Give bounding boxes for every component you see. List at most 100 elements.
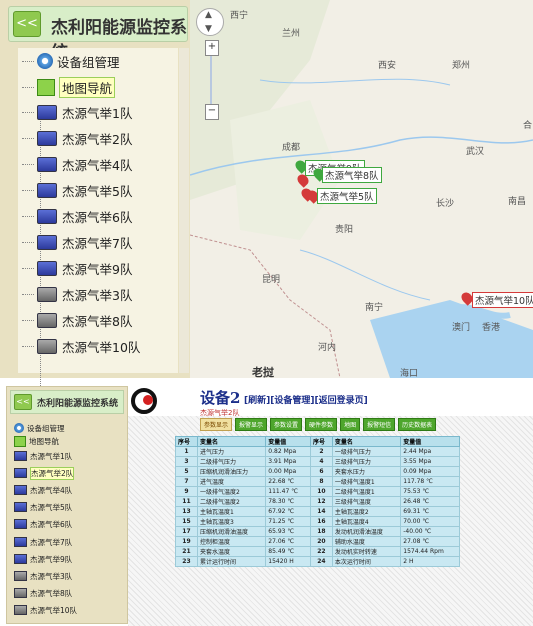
marker-label[interactable]: 杰源气举8队 — [322, 167, 382, 183]
tab-sms[interactable]: 报警短信 — [363, 418, 396, 431]
column-header: 序号 — [309, 436, 333, 447]
city-label: 武汉 — [466, 147, 485, 157]
zoom-in-button[interactable]: + — [205, 40, 219, 56]
variable-value: 0.09 Mpa — [400, 466, 460, 477]
city-label: 南昌 — [508, 197, 527, 207]
variable-value: 27.08 ℃ — [400, 536, 460, 547]
city-label: 香港 — [482, 323, 501, 333]
tab-settings[interactable]: 参数设置 — [270, 418, 303, 431]
variable-name: 主轴瓦温度2 — [331, 506, 402, 517]
table-row: 1 进气压力 0.82 Mpa 2 一级排气压力 2.44 Mpa — [175, 446, 460, 457]
table-row: 21 夹套水温度 85.49 ℃ 22 发动机实时转速 1574.44 Rpm — [175, 546, 460, 557]
tree-item-device[interactable]: 杰源气举8队 — [22, 309, 132, 331]
tree-item-map-nav[interactable]: 地图导航 — [22, 76, 116, 98]
tree-item-device[interactable]: 杰源气举4队 — [22, 153, 132, 175]
tree-item-map-nav[interactable]: 地图导航 — [14, 434, 59, 448]
tree-item-device[interactable]: 杰源气举7队 — [22, 231, 132, 253]
tab-params[interactable]: 参数显示 — [200, 418, 233, 431]
pan-down-icon[interactable]: ▼ — [205, 24, 212, 34]
monitor-icon — [14, 537, 27, 547]
variable-name: 一级排气温度2 — [196, 486, 267, 497]
company-logo — [131, 388, 157, 414]
collapse-button[interactable]: << — [13, 11, 41, 37]
row-index: 19 — [175, 536, 198, 547]
variable-value: 27.06 ℃ — [265, 536, 311, 547]
column-header: 变量值 — [400, 436, 460, 447]
variable-name: 三级排气压力 — [331, 456, 402, 467]
parameter-table: 序号 变量名 变量值 序号 变量名 变量值 1 进气压力 0.82 Mpa 2 一级排气… — [175, 436, 460, 567]
city-label: 长沙 — [436, 199, 455, 209]
table-row: 23 累计运行时间 15420 H 24 本次运行时间 2 H — [175, 556, 460, 567]
variable-name: 夹套水压力 — [331, 466, 402, 477]
city-label: 郑州 — [452, 61, 471, 71]
map-view[interactable]: ▲ ▼ + − 西宁 兰州 西安 郑州 成都 武汉 合 长沙 南昌 贵阳 昆明 … — [190, 0, 533, 378]
monitor-icon — [14, 519, 27, 529]
tree-item-device[interactable]: 杰源气举5队 — [14, 500, 72, 514]
tab-map[interactable]: 地图 — [340, 418, 361, 431]
tree-item-device[interactable]: 杰源气举10队 — [22, 335, 140, 357]
variable-value: 67.92 ℃ — [265, 506, 311, 517]
row-index: 12 — [309, 496, 333, 507]
tree-item-device[interactable]: 杰源气举6队 — [14, 517, 72, 531]
marker-label[interactable]: 杰源气举5队 — [317, 188, 377, 204]
tree-item-device[interactable]: 杰源气举2队 — [14, 466, 75, 480]
tree-item-device[interactable]: 杰源气举8队 — [14, 586, 72, 600]
row-index: 22 — [309, 546, 333, 557]
tree-item-device[interactable]: 杰源气举1队 — [14, 449, 72, 463]
tree-item-device[interactable]: 杰源气举3队 — [22, 283, 132, 305]
variable-value: 117.78 ℃ — [400, 476, 460, 487]
tree-item-device[interactable]: 杰源气举4队 — [14, 483, 72, 497]
column-header: 变量值 — [265, 436, 311, 447]
country-label: 老挝 — [252, 366, 274, 378]
tree-item-group-management[interactable]: 设备组管理 — [22, 50, 120, 72]
tree-item-device[interactable]: 杰源气举3队 — [14, 569, 72, 583]
variable-value: 65.93 ℃ — [265, 526, 311, 537]
monitor-icon — [37, 130, 57, 146]
variable-value: 22.68 ℃ — [265, 476, 311, 487]
row-index: 14 — [309, 506, 333, 517]
variable-value: 85.49 ℃ — [265, 546, 311, 557]
pan-control[interactable]: ▲ ▼ — [196, 8, 224, 36]
map-icon — [37, 78, 55, 96]
variable-value: 71.25 ℃ — [265, 516, 311, 527]
tree-item-device[interactable]: 杰源气举9队 — [14, 552, 72, 566]
row-index: 23 — [175, 556, 198, 567]
monitor-icon — [37, 260, 57, 276]
variable-name: 进气压力 — [196, 446, 267, 457]
zoom-out-button[interactable]: − — [205, 104, 219, 120]
row-index: 2 — [309, 446, 333, 457]
tree-item-device[interactable]: 杰源气举5队 — [22, 179, 132, 201]
collapse-button[interactable]: << — [14, 394, 32, 410]
tab-alarms[interactable]: 报警显示 — [235, 418, 268, 431]
row-index: 5 — [175, 466, 198, 477]
row-index: 8 — [309, 476, 333, 487]
variable-value: 111.47 ℃ — [265, 486, 311, 497]
tree-item-group-management[interactable]: 设备组管理 — [14, 421, 65, 435]
tree-scrollbar[interactable] — [179, 48, 189, 373]
row-index: 7 — [175, 476, 198, 487]
row-index: 13 — [175, 506, 198, 517]
city-label: 贵阳 — [335, 225, 354, 235]
variable-name: 主轴瓦温度1 — [196, 506, 267, 517]
pan-up-icon[interactable]: ▲ — [205, 10, 212, 20]
tab-history[interactable]: 历史数据表 — [398, 418, 437, 431]
table-row: 11 二级排气温度2 78.30 ℃ 12 三级排气温度 26.48 ℃ — [175, 496, 460, 507]
tree-item-device[interactable]: 杰源气举6队 — [22, 205, 132, 227]
variable-value: 2.44 Mpa — [400, 446, 460, 457]
tree-item-device[interactable]: 杰源气举7队 — [14, 535, 72, 549]
table-header-row: 序号 变量名 变量值 序号 变量名 变量值 — [175, 436, 460, 447]
nav-links[interactable]: [刷新][设备管理][返回登录页] — [244, 393, 368, 406]
tree-item-device[interactable]: 杰源气举10队 — [14, 603, 77, 617]
variable-value: -40.00 ℃ — [400, 526, 460, 537]
tab-hardware[interactable]: 硬件参数 — [305, 418, 338, 431]
marker-label[interactable]: 杰源气举10队 — [472, 292, 533, 308]
monitor-icon — [37, 312, 57, 328]
variable-name: 进气温度 — [196, 476, 267, 487]
tree-item-device[interactable]: 杰源气举1队 — [22, 101, 132, 123]
tree-item-device[interactable]: 杰源气举9队 — [22, 257, 132, 279]
city-label: 合 — [523, 121, 533, 131]
city-label: 昆明 — [262, 275, 281, 285]
tree-item-device[interactable]: 杰源气举2队 — [22, 127, 132, 149]
device-subtitle: 杰源气举2队 — [200, 409, 240, 417]
variable-value: 26.48 ℃ — [400, 496, 460, 507]
